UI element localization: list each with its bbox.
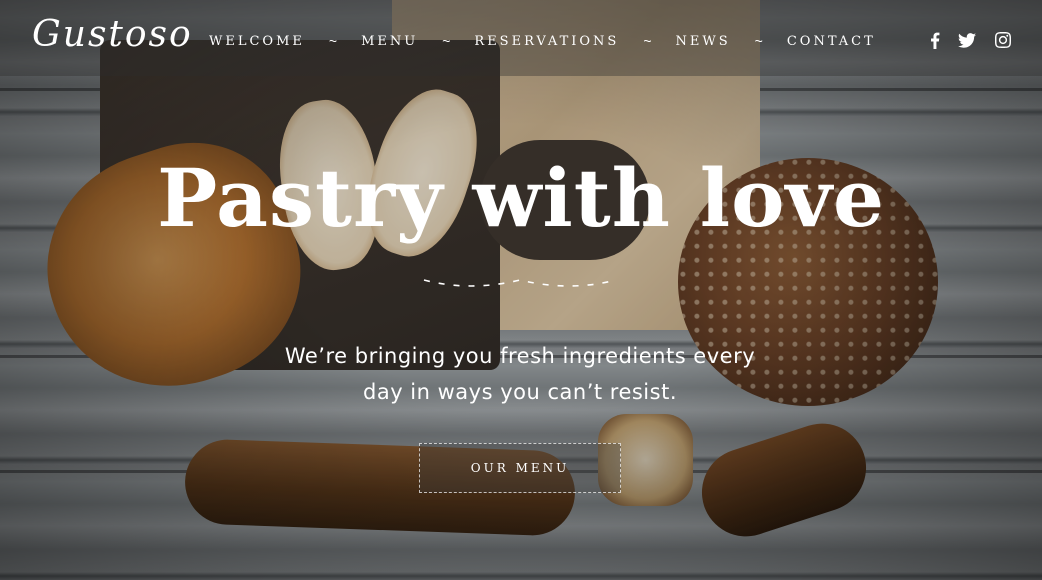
decorative-divider <box>423 279 617 287</box>
nav-item-welcome[interactable]: WELCOME <box>209 34 305 49</box>
nav-item-news[interactable]: NEWS <box>676 34 731 49</box>
site-header: Gustoso WELCOME ~ MENU ~ RESERVATIONS ~ … <box>0 0 1042 76</box>
hero-title: Pastry with love <box>157 151 885 245</box>
vignette <box>0 0 1042 580</box>
nav-item-reservations[interactable]: RESERVATIONS <box>474 34 619 49</box>
hero-background <box>0 0 1042 580</box>
nav-item-contact[interactable]: CONTACT <box>787 34 876 49</box>
nav-separator: ~ <box>328 33 338 49</box>
our-menu-button[interactable]: OUR MENU <box>419 443 621 493</box>
hero-subtitle-line: day in ways you can’t resist. <box>363 380 677 404</box>
nav-separator: ~ <box>643 33 652 49</box>
twitter-icon[interactable] <box>956 30 978 50</box>
brand-logo[interactable]: Gustoso <box>32 14 193 55</box>
nav-separator: ~ <box>754 33 763 49</box>
nav-item-menu[interactable]: MENU <box>361 34 418 49</box>
main-nav: WELCOME ~ MENU ~ RESERVATIONS ~ NEWS ~ C… <box>209 31 876 51</box>
nav-separator: ~ <box>442 33 451 49</box>
hero-subtitle-line: We’re bringing you fresh ingredients eve… <box>284 344 756 368</box>
facebook-icon[interactable] <box>924 30 946 50</box>
instagram-icon[interactable] <box>992 30 1014 50</box>
hero-subtitle: We’re bringing you fresh ingredients eve… <box>230 338 810 410</box>
